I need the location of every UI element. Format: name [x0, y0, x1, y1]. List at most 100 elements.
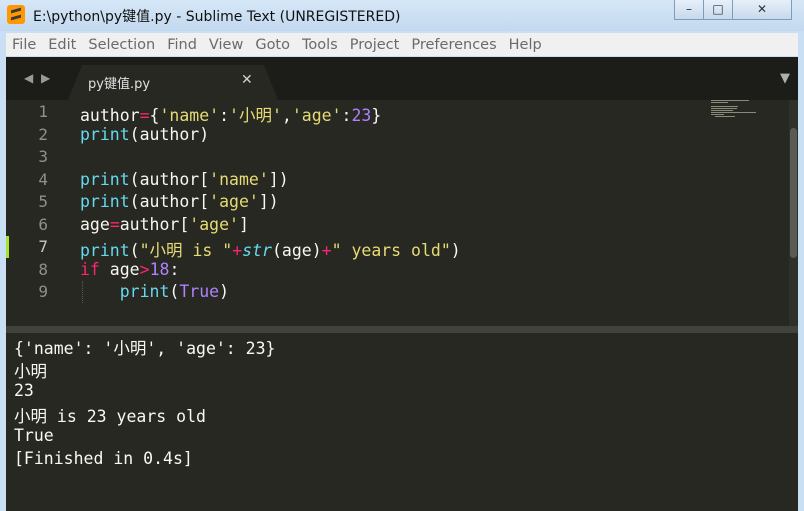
window-controls: – □ ✕	[674, 0, 792, 21]
code-token: (age)	[271, 241, 322, 260]
minimize-icon: –	[686, 2, 692, 16]
minimap-line	[711, 110, 734, 111]
line-number: 9	[38, 282, 48, 301]
code-token: ])	[258, 192, 279, 211]
code-token: (author)	[129, 124, 210, 144]
code-token: print	[80, 169, 130, 189]
code-line[interactable]: print("小明 is "+str(age)+" years old")	[80, 237, 461, 261]
code-token: (	[169, 282, 180, 301]
code-token: if	[80, 259, 100, 279]
window-title: E:\python\py键值.py - Sublime Text (UNREGI…	[33, 9, 401, 25]
title-bar: E:\python\py键值.py - Sublime Text (UNREGI…	[0, 0, 804, 31]
code-token: :	[169, 259, 180, 279]
code-token: ]	[238, 214, 249, 234]
line-number: 7	[38, 237, 48, 256]
code-token: =	[139, 106, 150, 125]
menu-item-goto[interactable]: Goto	[249, 37, 296, 53]
code-token: (author[	[129, 169, 210, 189]
minimap[interactable]	[711, 100, 791, 140]
close-icon: ✕	[756, 2, 768, 16]
code-token: +	[321, 241, 332, 260]
output-line: {'name': '小明', 'age': 23}	[14, 339, 276, 358]
line-number: 2	[38, 124, 48, 144]
code-token: age	[99, 259, 140, 279]
maximize-button[interactable]: □	[703, 0, 733, 20]
menu-item-project[interactable]: Project	[344, 37, 406, 53]
code-token: author[	[119, 214, 190, 234]
code-token: 'age'	[189, 214, 239, 234]
tab-bar: ◀ ▶ py键值.py ✕ ▼	[6, 57, 798, 100]
output-line: [Finished in 0.4s]	[14, 449, 193, 468]
close-window-button[interactable]: ✕	[732, 0, 792, 20]
code-token: =	[109, 214, 120, 234]
code-line[interactable]: print(True)	[80, 282, 229, 301]
modified-line-marker	[6, 236, 9, 258]
code-token: print	[80, 124, 130, 144]
line-number: 6	[38, 214, 48, 234]
code-line[interactable]: author={'name':'小明','age':23}	[80, 102, 381, 126]
code-token: '小明'	[229, 106, 282, 125]
line-number: 3	[38, 147, 48, 166]
menu-item-help[interactable]: Help	[503, 37, 548, 53]
menu-bar: File Edit Selection Find View Goto Tools Projec…	[6, 33, 798, 56]
tab-close-icon[interactable]: ✕	[241, 72, 253, 88]
editor-scroll-thumb[interactable]	[790, 128, 797, 258]
menu-item-tools[interactable]: Tools	[296, 37, 344, 53]
code-token: :	[341, 106, 352, 125]
code-token: 'age'	[291, 106, 342, 125]
minimap-line	[711, 114, 724, 115]
output-line: 小明 is 23 years old	[14, 407, 206, 427]
code-line[interactable]: if age>18:	[80, 260, 179, 279]
code-line[interactable]: age=author['age']	[80, 215, 249, 234]
menu-item-selection[interactable]: Selection	[82, 37, 161, 53]
code-token: author	[80, 106, 140, 125]
code-line[interactable]: print(author)	[80, 125, 209, 144]
code-token: (	[129, 241, 140, 260]
output-line: True	[14, 426, 54, 446]
minimize-button[interactable]: –	[674, 0, 704, 20]
code-token: 'name'	[159, 106, 220, 125]
code-editor[interactable]: 123456789 author={'name':'小明','age':23} p…	[6, 100, 798, 326]
minimap-line	[711, 108, 737, 109]
code-token: {	[149, 106, 160, 125]
code-token: >	[139, 259, 150, 279]
code-token: 18	[149, 259, 170, 279]
tab-dropdown-icon[interactable]: ▼	[780, 71, 790, 86]
code-token: age	[80, 214, 110, 234]
code-token: }	[371, 106, 382, 125]
minimap-line	[715, 116, 735, 117]
line-number: 1	[38, 102, 48, 121]
code-token: True	[179, 282, 220, 301]
code-token: 'name'	[209, 169, 269, 189]
code-token: :	[219, 106, 230, 125]
build-output-panel: {'name': '小明', 'age': 23} 小明 23 小明 is 23 ye…	[6, 333, 798, 511]
code-token: ])	[268, 169, 289, 189]
line-number: 4	[38, 169, 48, 189]
code-line[interactable]: print(author['age'])	[80, 192, 279, 211]
output-line: 小明	[14, 361, 47, 381]
code-token: 'age'	[209, 192, 259, 211]
code-line[interactable]: print(author['name'])	[80, 170, 289, 189]
menu-item-file[interactable]: File	[6, 37, 42, 53]
code-token: ,	[281, 106, 292, 125]
maximize-icon: □	[712, 2, 724, 16]
code-token: print	[80, 192, 130, 211]
menu-item-preferences[interactable]: Preferences	[405, 37, 502, 53]
code-token: " years old"	[331, 241, 451, 260]
tab-navigation-arrows-icon[interactable]: ◀ ▶	[24, 71, 52, 85]
panel-divider[interactable]	[6, 326, 798, 333]
menu-item-edit[interactable]: Edit	[42, 37, 82, 53]
code-token: +	[232, 241, 243, 260]
code-token: "小明 is "	[139, 241, 233, 260]
line-number: 8	[38, 259, 48, 279]
sublime-app-icon	[7, 5, 25, 24]
minimap-line	[711, 102, 728, 103]
code-token: print	[80, 241, 130, 260]
line-number: 5	[38, 192, 48, 211]
minimap-line	[711, 100, 749, 101]
menu-item-view[interactable]: View	[203, 37, 249, 53]
code-token: str	[242, 241, 272, 260]
menu-item-find[interactable]: Find	[161, 37, 203, 53]
tab-label[interactable]: py键值.py	[88, 73, 150, 92]
